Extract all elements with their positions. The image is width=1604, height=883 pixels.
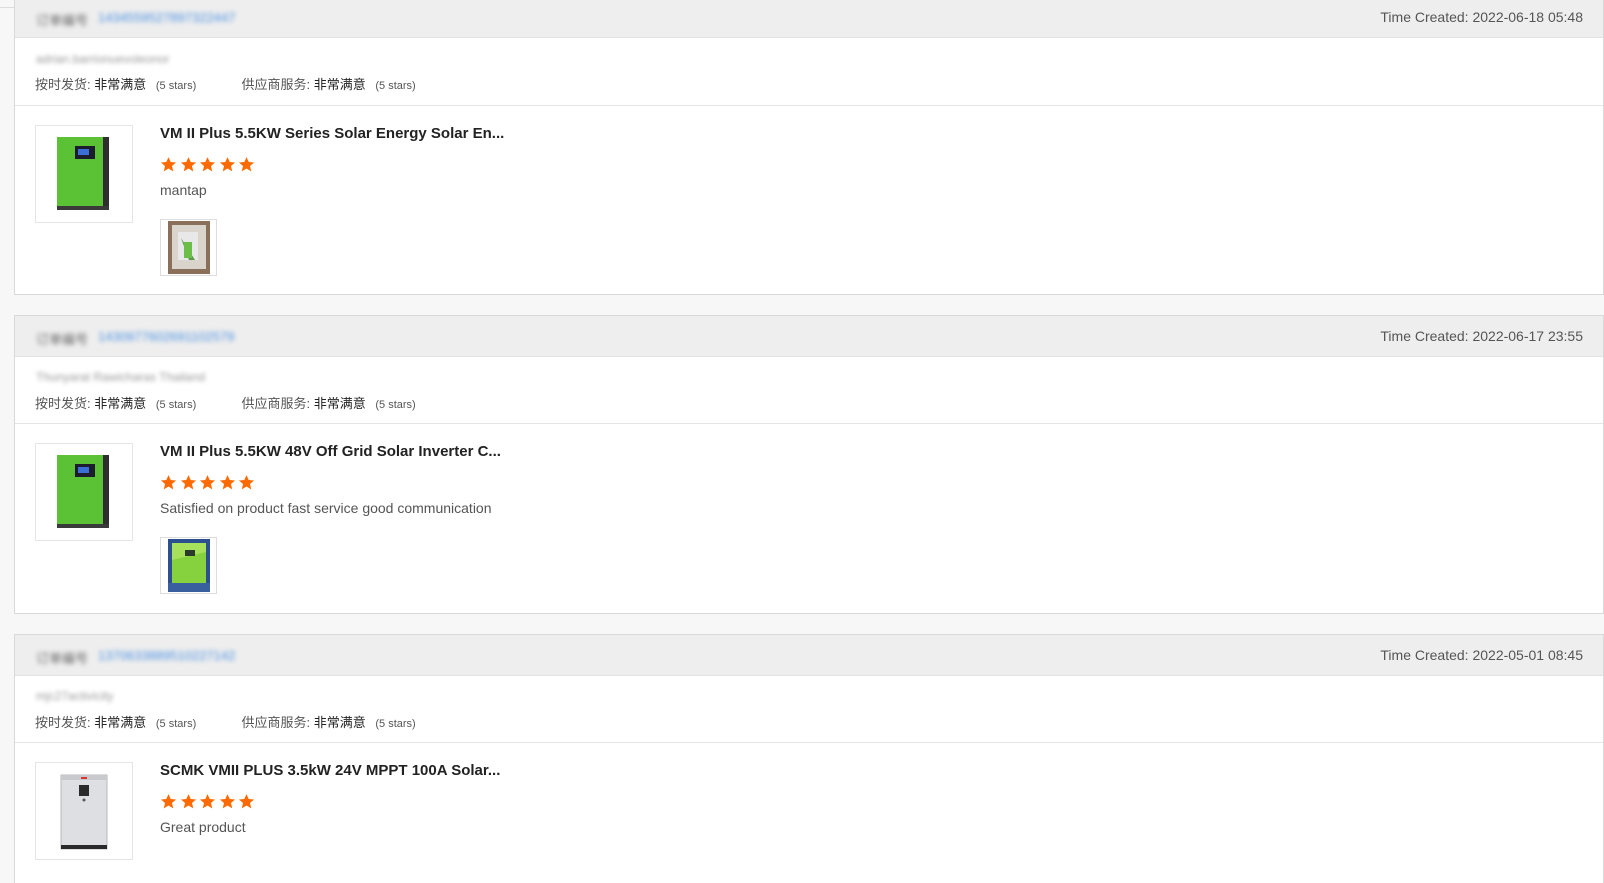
order-number-label: 订单编号 xyxy=(36,651,89,666)
photo-boxed-inverter-icon xyxy=(168,221,210,274)
product-rating-stars xyxy=(160,156,258,174)
review-card: 订单编号 1370633889510227142 Time Created: 2… xyxy=(14,634,1604,883)
ontime-label: 按时发货: xyxy=(35,396,91,411)
star-icon xyxy=(160,475,177,490)
ontime-stars: (5 stars) xyxy=(155,80,197,92)
star-icon xyxy=(160,794,177,809)
service-value: 非常满意 xyxy=(313,77,366,92)
inverter-green-icon xyxy=(57,137,109,210)
ontime-label: 按时发货: xyxy=(35,715,91,730)
inverter-green-icon xyxy=(57,455,109,528)
card-divider xyxy=(15,423,1603,424)
product-title-link[interactable]: VM II Plus 5.5KW Series Solar Energy Sol… xyxy=(160,125,504,142)
service-label: 供应商服务: xyxy=(241,77,311,92)
product-rating-stars xyxy=(160,474,258,492)
review-card: 订单编号 1434559527897322447 Time Created: 2… xyxy=(14,0,1604,295)
review-card: 订单编号 1430977602691102579 Time Created: 2… xyxy=(14,315,1604,614)
time-created: Time Created: 2022-06-17 23:55 xyxy=(1380,328,1583,344)
supplier-ratings-row: 按时发货: 非常满意 (5 stars) 供应商服务: 非常满意 (5 star… xyxy=(35,74,416,93)
ontime-value: 非常满意 xyxy=(94,715,147,730)
star-icon xyxy=(219,794,235,809)
star-icon xyxy=(238,475,255,490)
ontime-stars: (5 stars) xyxy=(155,399,197,411)
product-thumbnail[interactable] xyxy=(35,762,133,860)
product-rating-stars xyxy=(160,793,258,811)
star-icon xyxy=(199,794,216,809)
inverter-white-icon xyxy=(60,774,108,850)
time-created: Time Created: 2022-06-18 05:48 xyxy=(1380,9,1583,25)
product-title-link[interactable]: VM II Plus 5.5KW 48V Off Grid Solar Inve… xyxy=(160,443,501,460)
product-title-link[interactable]: SCMK VMII PLUS 3.5kW 24V MPPT 100A Solar… xyxy=(160,762,500,779)
star-icon xyxy=(199,475,216,490)
review-comment: mantap xyxy=(160,182,207,198)
service-value: 非常满意 xyxy=(313,715,366,730)
ontime-label: 按时发货: xyxy=(35,77,91,92)
order-number-label: 订单编号 xyxy=(36,332,89,347)
buyer-name: adrian.barrionuevoleonor xyxy=(36,52,170,66)
star-icon xyxy=(180,794,196,809)
star-icon xyxy=(180,157,196,172)
review-comment: Satisfied on product fast service good c… xyxy=(160,500,492,516)
service-label: 供应商服务: xyxy=(241,715,311,730)
card-divider xyxy=(15,105,1603,106)
review-photo[interactable] xyxy=(160,537,217,594)
order-number-link[interactable]: 1370633889510227142 xyxy=(98,648,235,663)
ontime-value: 非常满意 xyxy=(94,396,147,411)
review-card-header: 订单编号 1370633889510227142 Time Created: 2… xyxy=(15,635,1603,676)
buyer-name: Thunyarat Rawicharas Thailand xyxy=(36,370,206,384)
photo-green-inverter-icon xyxy=(168,539,210,592)
star-icon xyxy=(238,157,255,172)
ontime-stars: (5 stars) xyxy=(155,718,197,730)
review-card-header: 订单编号 1430977602691102579 Time Created: 2… xyxy=(15,316,1603,357)
star-icon xyxy=(238,794,255,809)
service-value: 非常满意 xyxy=(313,396,366,411)
review-comment: Great product xyxy=(160,819,246,835)
service-label: 供应商服务: xyxy=(241,396,311,411)
ontime-value: 非常满意 xyxy=(94,77,147,92)
order-number-label: 订单编号 xyxy=(36,13,89,28)
star-icon xyxy=(219,475,235,490)
buyer-name: mjc27activicity xyxy=(36,689,114,703)
review-photo[interactable] xyxy=(160,219,217,276)
service-stars: (5 stars) xyxy=(375,718,416,730)
product-thumbnail[interactable] xyxy=(35,125,133,223)
product-thumbnail[interactable] xyxy=(35,443,133,541)
star-icon xyxy=(180,475,196,490)
review-card-header: 订单编号 1434559527897322447 Time Created: 2… xyxy=(15,0,1603,38)
order-number-link[interactable]: 1430977602691102579 xyxy=(98,329,234,344)
service-stars: (5 stars) xyxy=(375,80,416,92)
order-number-link[interactable]: 1434559527897322447 xyxy=(98,10,235,25)
supplier-ratings-row: 按时发货: 非常满意 (5 stars) 供应商服务: 非常满意 (5 star… xyxy=(35,712,416,731)
star-icon xyxy=(199,157,216,172)
star-icon xyxy=(160,157,177,172)
service-stars: (5 stars) xyxy=(375,399,416,411)
card-divider xyxy=(15,742,1603,743)
star-icon xyxy=(219,157,235,172)
supplier-ratings-row: 按时发货: 非常满意 (5 stars) 供应商服务: 非常满意 (5 star… xyxy=(35,393,416,412)
time-created: Time Created: 2022-05-01 08:45 xyxy=(1380,647,1583,663)
